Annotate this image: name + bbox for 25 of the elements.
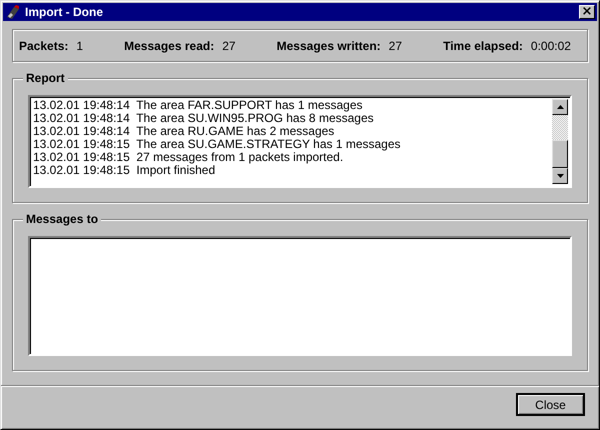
log-line: 13.02.01 19:48:15 The area SU.GAME.STRATEGY has 1 messages — [33, 138, 402, 151]
scrollbar[interactable] — [552, 99, 568, 184]
log-line: 13.02.01 19:48:15 27 messages from 1 packets imported. — [33, 151, 344, 164]
stat-label: Packets: — [19, 38, 68, 52]
stat-value: 1 — [76, 38, 84, 52]
stat-label: Messages read: — [124, 38, 214, 52]
log-line: 13.02.01 19:48:15 Import finished — [33, 164, 216, 177]
group-title: Messages to — [23, 212, 102, 226]
window-title: Import - Done — [25, 5, 104, 19]
log-line: 13.02.01 19:48:14 The area FAR.SUPPORT has 1 messages — [33, 99, 364, 112]
app-icon — [5, 4, 21, 20]
log-line: 13.02.01 19:48:14 The area SU.WIN95.PROG has 8 messages — [33, 112, 375, 125]
stat-label: Messages written: — [276, 38, 381, 52]
scroll-down-icon[interactable] — [552, 168, 568, 184]
close-button[interactable]: Close — [516, 393, 585, 416]
group-title: Report — [23, 71, 68, 85]
log-line: 13.02.01 19:48:14 The area RU.GAME has 2 messages — [33, 125, 334, 138]
scroll-thumb[interactable] — [552, 140, 568, 168]
close-button[interactable]: × — [579, 5, 595, 19]
messages-field[interactable] — [28, 236, 572, 356]
stat-value: 27 — [222, 38, 236, 52]
stat-value: 27 — [388, 38, 402, 52]
scroll-up-icon[interactable] — [552, 99, 568, 115]
stat-label: Time elapsed: — [443, 38, 523, 52]
stat-value: 0:00:02 — [530, 38, 571, 52]
